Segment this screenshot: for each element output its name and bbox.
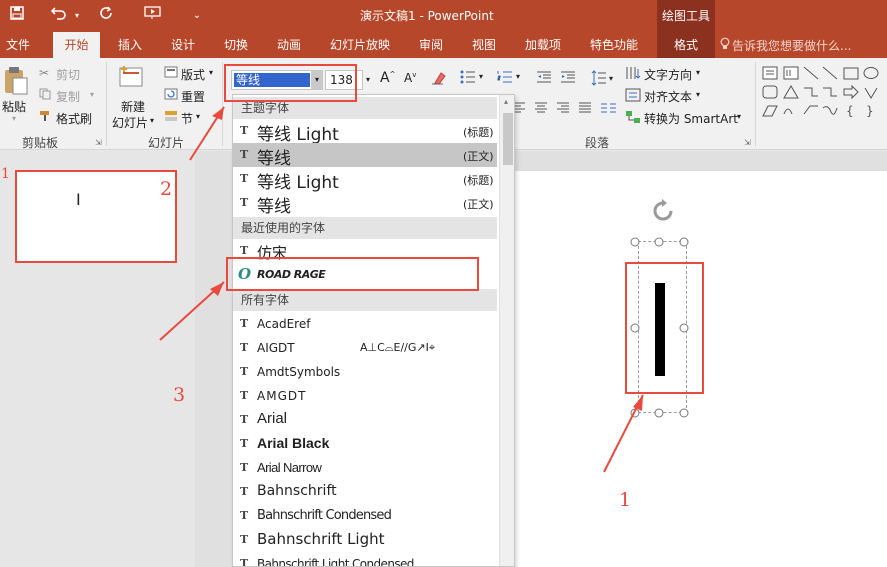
annotation-arrows bbox=[159, 106, 644, 473]
annotation-number-1: 1 bbox=[619, 489, 632, 511]
annotation-number-2: 2 bbox=[160, 178, 173, 200]
annotation-number-3: 3 bbox=[173, 384, 186, 406]
